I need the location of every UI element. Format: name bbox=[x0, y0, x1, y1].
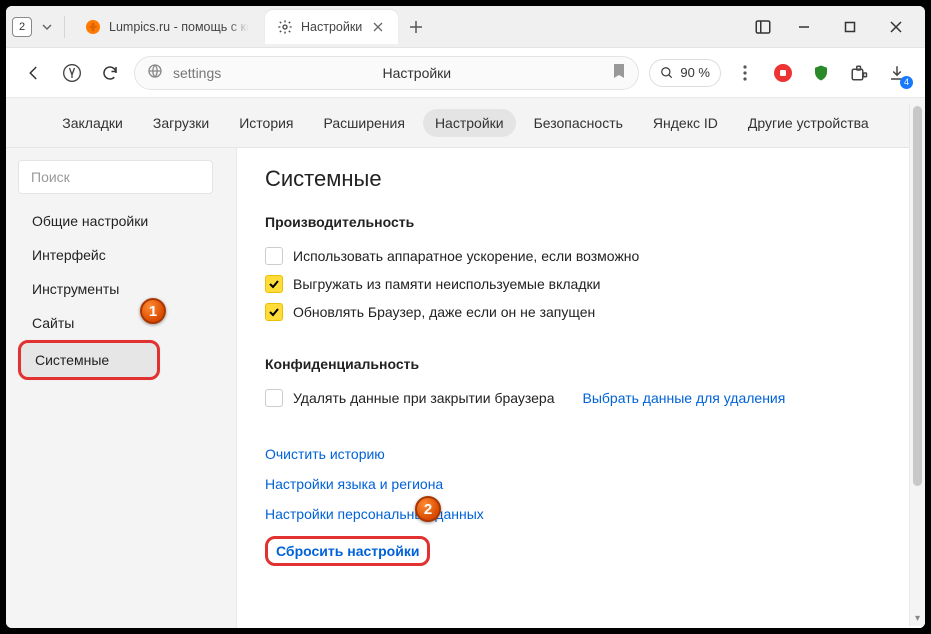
downloads-badge: 4 bbox=[900, 76, 913, 89]
annotation-marker-1: 1 bbox=[140, 298, 166, 324]
zoom-value: 90 % bbox=[680, 65, 710, 80]
checkbox-label: Обновлять Браузер, даже если он не запущ… bbox=[293, 304, 595, 320]
section-heading: Системные bbox=[265, 166, 897, 192]
checkbox-row[interactable]: Обновлять Браузер, даже если он не запущ… bbox=[265, 298, 897, 326]
checkbox-icon[interactable] bbox=[265, 247, 283, 265]
sidebar-item-interface[interactable]: Интерфейс bbox=[18, 238, 226, 272]
checkbox-icon[interactable] bbox=[265, 303, 283, 321]
adblock-icon[interactable] bbox=[769, 59, 797, 87]
scrollbar-thumb[interactable] bbox=[913, 106, 922, 486]
nav-other-devices[interactable]: Другие устройства bbox=[736, 109, 881, 137]
link-choose-data[interactable]: Выбрать данные для удаления bbox=[583, 390, 786, 406]
checkbox-label: Использовать аппаратное ускорение, если … bbox=[293, 248, 639, 264]
zoom-indicator[interactable]: 90 % bbox=[649, 59, 721, 87]
checkbox-row[interactable]: Использовать аппаратное ускорение, если … bbox=[265, 242, 897, 270]
group-privacy-heading: Конфиденциальность bbox=[265, 356, 897, 372]
window-minimize-button[interactable] bbox=[781, 11, 827, 43]
sidebar-toggle-icon[interactable] bbox=[749, 13, 777, 41]
sidebar-item-tools[interactable]: Инструменты bbox=[18, 272, 226, 306]
tab-inactive-title: Lumpics.ru - помощь с ком bbox=[109, 20, 249, 34]
settings-nav: Закладки Загрузки История Расширения Нас… bbox=[6, 98, 925, 148]
checkbox-row[interactable]: Выгружать из памяти неиспользуемые вклад… bbox=[265, 270, 897, 298]
scrollbar[interactable]: ▾ bbox=[909, 104, 925, 626]
checkbox-label: Удалять данные при закрытии браузера bbox=[293, 390, 555, 406]
reset-settings-callout: Сбросить настройки bbox=[265, 536, 430, 566]
titlebar: 2 Lumpics.ru - помощь с ком Настройки bbox=[6, 6, 925, 48]
downloads-icon[interactable]: 4 bbox=[883, 59, 911, 87]
link-reset-settings[interactable]: Сбросить настройки bbox=[276, 543, 419, 559]
tabs-chevron-icon[interactable] bbox=[38, 18, 56, 36]
address-bar[interactable]: settings Настройки bbox=[134, 56, 639, 90]
shield-icon[interactable] bbox=[807, 59, 835, 87]
checkbox-label: Выгружать из памяти неиспользуемые вклад… bbox=[293, 276, 600, 292]
sidebar-item-general[interactable]: Общие настройки bbox=[18, 204, 226, 238]
gear-icon bbox=[277, 19, 293, 35]
site-lock-icon bbox=[147, 63, 163, 82]
settings-sidebar: Поиск Общие настройки Интерфейс Инструме… bbox=[6, 148, 226, 628]
extension-icon[interactable] bbox=[845, 59, 873, 87]
toolbar: settings Настройки 90 % 4 bbox=[6, 48, 925, 98]
tab-counter[interactable]: 2 bbox=[12, 17, 32, 37]
tab-active[interactable]: Настройки bbox=[265, 10, 398, 44]
url-path: settings bbox=[173, 65, 221, 81]
sidebar-item-sites[interactable]: Сайты 1 bbox=[18, 306, 226, 340]
annotation-marker-2: 2 bbox=[415, 496, 441, 522]
link-personal-data[interactable]: Настройки персональных данных bbox=[265, 506, 484, 522]
nav-bookmarks[interactable]: Закладки bbox=[50, 109, 135, 137]
lumpics-favicon bbox=[85, 19, 101, 35]
nav-settings[interactable]: Настройки bbox=[423, 109, 516, 137]
sidebar-item-system[interactable]: Системные bbox=[18, 340, 160, 380]
bookmark-icon[interactable] bbox=[612, 63, 626, 82]
tab-inactive[interactable]: Lumpics.ru - помощь с ком bbox=[73, 10, 261, 44]
nav-downloads[interactable]: Загрузки bbox=[141, 109, 221, 137]
nav-security[interactable]: Безопасность bbox=[522, 109, 635, 137]
nav-yandex-id[interactable]: Яндекс ID bbox=[641, 109, 730, 137]
link-clear-history[interactable]: Очистить историю bbox=[265, 446, 385, 462]
new-tab-button[interactable] bbox=[402, 13, 430, 41]
reload-icon[interactable] bbox=[96, 59, 124, 87]
back-icon[interactable] bbox=[20, 59, 48, 87]
page-title: Настройки bbox=[231, 65, 602, 81]
sidebar-item-label: Сайты bbox=[32, 315, 74, 331]
tab-close-icon[interactable] bbox=[370, 19, 386, 35]
window-maximize-button[interactable] bbox=[827, 11, 873, 43]
yandex-logo-icon[interactable] bbox=[58, 59, 86, 87]
more-icon[interactable] bbox=[731, 59, 759, 87]
tab-active-title: Настройки bbox=[301, 20, 362, 34]
window-close-button[interactable] bbox=[873, 11, 919, 43]
checkbox-icon[interactable] bbox=[265, 389, 283, 407]
checkbox-row[interactable]: Удалять данные при закрытии браузера Выб… bbox=[265, 384, 897, 412]
settings-content: Системные Производительность Использоват… bbox=[236, 148, 925, 628]
nav-history[interactable]: История bbox=[227, 109, 305, 137]
checkbox-icon[interactable] bbox=[265, 275, 283, 293]
nav-extensions[interactable]: Расширения bbox=[312, 109, 417, 137]
scrollbar-down-icon[interactable]: ▾ bbox=[910, 610, 925, 626]
link-lang-region[interactable]: Настройки языка и региона bbox=[265, 476, 443, 492]
settings-search-input[interactable]: Поиск bbox=[18, 160, 213, 194]
group-performance-heading: Производительность bbox=[265, 214, 897, 230]
